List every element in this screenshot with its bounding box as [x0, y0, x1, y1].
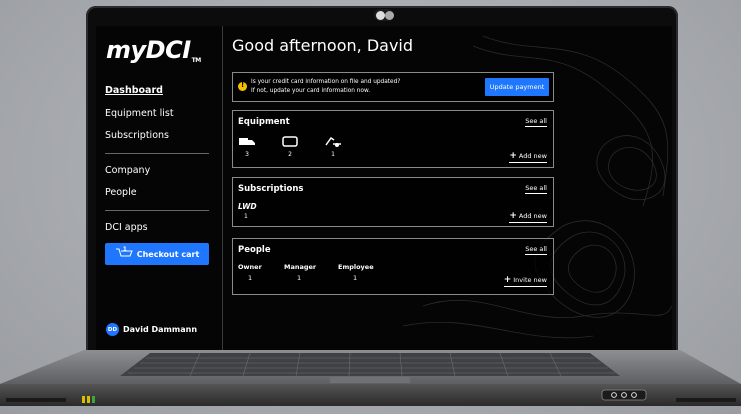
laptop-base — [0, 350, 741, 406]
role-owner-label: Owner — [238, 263, 262, 271]
subscriptions-title: Subscriptions — [238, 184, 304, 194]
plus-icon: + — [503, 275, 512, 285]
equipment-add-new-button[interactable]: + Add new — [509, 151, 547, 163]
equipment-excavator[interactable]: 1 — [323, 136, 343, 158]
role-employee-count: 1 — [353, 274, 358, 282]
update-payment-button[interactable]: Update payment — [485, 78, 549, 96]
sidebar: myDCITM Dashboard Equipment list Subscri… — [96, 26, 223, 352]
equipment-card: Equipment See all 3 2 1 + Add new — [232, 110, 554, 168]
equipment-title: Equipment — [238, 117, 290, 127]
people-see-all-link[interactable]: See all — [525, 245, 547, 255]
mydci-logo[interactable]: myDCITM — [106, 36, 201, 64]
cart-count-badge: 1 — [122, 246, 127, 253]
role-employee-label: Employee — [338, 263, 374, 271]
sidebar-item-company[interactable]: Company — [105, 165, 150, 176]
checkout-cart-button[interactable]: 1 Checkout cart — [105, 243, 209, 265]
plus-icon: + — [509, 211, 517, 221]
main-content: Good afternoon, David Is your credit car… — [223, 26, 672, 352]
checkout-label: Checkout cart — [136, 249, 200, 259]
people-card: People See all Owner 1 Manager 1 Employe… — [232, 238, 554, 295]
equipment-truck[interactable]: 3 — [237, 136, 257, 158]
excavator-icon — [325, 136, 341, 147]
alert-line-2: If not, update your card information now… — [251, 87, 371, 94]
laptop-screen: myDCITM Dashboard Equipment list Subscri… — [96, 26, 672, 352]
user-name: David Dammann — [123, 325, 198, 334]
trailer-icon — [282, 136, 298, 147]
sidebar-item-equipment-list[interactable]: Equipment list — [105, 108, 174, 119]
cart-icon: 1 — [115, 246, 133, 260]
sidebar-item-dashboard[interactable]: Dashboard — [105, 85, 163, 96]
divider — [105, 153, 209, 154]
equipment-see-all-link[interactable]: See all — [525, 117, 547, 127]
trailer-count: 2 — [288, 151, 292, 158]
truck-count: 3 — [245, 151, 249, 158]
excavator-count: 1 — [331, 151, 335, 158]
role-manager-label: Manager — [284, 263, 317, 271]
role-manager-count: 1 — [297, 274, 302, 282]
lwd-count: 1 — [244, 213, 248, 220]
lwd-icon[interactable]: LWD — [238, 202, 257, 211]
truck-icon — [239, 138, 255, 145]
sidebar-item-dci-apps[interactable]: DCI apps — [105, 222, 148, 233]
subscriptions-card: Subscriptions See all LWD 1 + Add new — [232, 177, 554, 227]
subscriptions-see-all-link[interactable]: See all — [525, 184, 547, 194]
subscriptions-add-new-button[interactable]: + Add new — [509, 211, 547, 223]
user-profile[interactable]: DD David Dammann — [106, 323, 197, 336]
people-invite-new-button[interactable]: + Invite new — [503, 275, 547, 287]
warning-icon — [238, 81, 247, 91]
divider — [105, 210, 209, 211]
equipment-trailer[interactable]: 2 — [280, 136, 300, 158]
sidebar-item-subscriptions[interactable]: Subscriptions — [105, 130, 169, 141]
role-owner-count: 1 — [248, 274, 253, 282]
plus-icon: + — [509, 151, 517, 161]
webcam — [374, 9, 394, 21]
people-title: People — [238, 245, 271, 255]
page-title: Good afternoon, David — [232, 36, 414, 55]
sidebar-item-people[interactable]: People — [105, 187, 137, 198]
avatar: DD — [106, 323, 119, 336]
payment-alert: Is your credit card information on file … — [232, 72, 554, 102]
alert-line-1: Is your credit card information on file … — [251, 79, 401, 85]
